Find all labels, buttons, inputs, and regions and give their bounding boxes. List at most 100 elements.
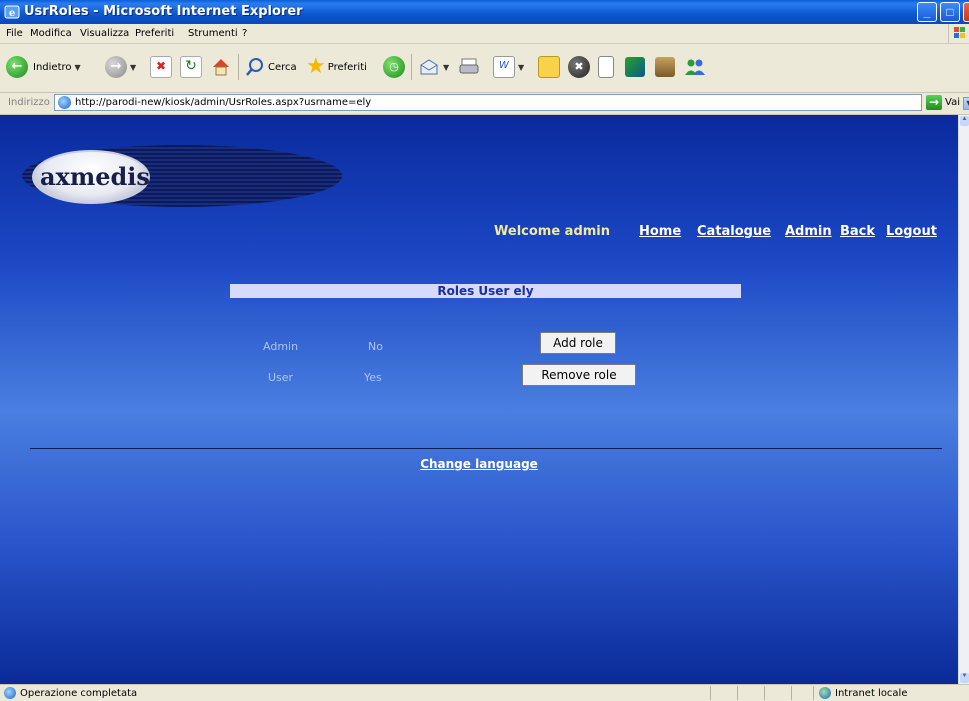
forward-arrow-icon: →: [105, 56, 127, 78]
nav-admin-link[interactable]: Admin: [785, 224, 832, 239]
pro-button[interactable]: [625, 52, 645, 82]
address-label: Indirizzo: [8, 97, 50, 108]
page-icon: [58, 96, 71, 109]
search-button[interactable]: Cerca: [245, 52, 297, 82]
discuss-button[interactable]: [538, 52, 560, 82]
logo-badge: axmedis: [32, 150, 150, 204]
toolbar-separator: [411, 54, 412, 80]
address-url[interactable]: http://parodi-new/kiosk/admin/UsrRoles.a…: [75, 97, 371, 108]
welcome-text: Welcome admin: [494, 224, 611, 239]
back-dropdown-icon[interactable]: ▼: [75, 63, 81, 72]
books-icon: [655, 57, 675, 77]
star-icon: ★: [306, 54, 326, 79]
status-pane: [813, 686, 814, 700]
users-icon: [685, 59, 705, 75]
back-button[interactable]: ← Indietro ▼: [6, 52, 81, 82]
go-arrow-icon[interactable]: →: [926, 95, 942, 110]
roles-title: Roles User ely: [230, 284, 741, 298]
vertical-scrollbar[interactable]: ▲ ▼: [958, 115, 969, 684]
remove-role-button[interactable]: Remove role: [522, 364, 636, 386]
content-divider: [30, 448, 942, 449]
back-label: Indietro: [33, 61, 72, 73]
history-button[interactable]: ◷: [383, 52, 405, 82]
word-icon: W: [493, 56, 515, 78]
edit-button[interactable]: W ▼: [493, 52, 524, 82]
window-title-bar: e UsrRoles - Microsoft Internet Explorer…: [0, 0, 969, 24]
edit-dropdown-icon[interactable]: ▼: [518, 63, 524, 72]
intranet-zone-icon: [819, 687, 831, 699]
maximize-button[interactable]: □: [940, 2, 960, 22]
print-button[interactable]: [458, 52, 480, 82]
close-button[interactable]: [963, 2, 969, 22]
address-bar: Indirizzo http://parodi-new/kiosk/admin/…: [0, 93, 969, 115]
address-input[interactable]: http://parodi-new/kiosk/admin/UsrRoles.a…: [54, 94, 969, 111]
add-role-button[interactable]: Add role: [540, 332, 616, 354]
toolbar: ← Indietro ▼ → ▼ ✖ ↻ Cerca ★ Preferiti ◷: [0, 44, 969, 93]
change-language-link: Change language: [0, 457, 958, 471]
status-pane: [710, 686, 711, 700]
block-icon: ✖: [568, 56, 590, 78]
mail-icon: [420, 59, 438, 75]
status-text: Operazione completata: [20, 688, 138, 699]
forward-button[interactable]: → ▼: [105, 52, 136, 82]
mail-dropdown-icon[interactable]: ▼: [443, 63, 449, 72]
logo-text: axmedis: [40, 162, 150, 191]
home-icon: [213, 59, 229, 76]
forward-dropdown-icon[interactable]: ▼: [130, 63, 136, 72]
menu-visualizza[interactable]: Visualizza: [80, 28, 129, 39]
refresh-icon: ↻: [180, 56, 202, 78]
status-pane: [764, 686, 765, 700]
research-button[interactable]: [655, 52, 675, 82]
favorites-label: Preferiti: [327, 61, 367, 73]
scroll-up-icon[interactable]: ▲: [960, 116, 969, 126]
page-content: axmedis Welcome admin Home Catalogue Adm…: [0, 115, 958, 684]
role-name-user: User: [268, 371, 294, 384]
security-zone-text: Intranet locale: [835, 688, 908, 699]
status-bar: Operazione completata Intranet locale: [0, 684, 969, 701]
menu-strumenti[interactable]: Strumenti: [188, 28, 238, 39]
nav-back-link[interactable]: Back: [840, 224, 875, 239]
scroll-down-icon[interactable]: ▼: [960, 673, 969, 683]
search-icon: [246, 58, 263, 76]
svg-text:e: e: [9, 8, 15, 19]
menu-modifica[interactable]: Modifica: [30, 28, 72, 39]
folder-icon: [538, 56, 560, 78]
toolbar-separator: [238, 54, 239, 80]
users-button[interactable]: [683, 52, 707, 82]
menu-file[interactable]: File: [6, 28, 23, 39]
search-label: Cerca: [268, 61, 297, 73]
status-pane: [791, 686, 792, 700]
status-pane: [737, 686, 738, 700]
printer-icon: [459, 58, 479, 74]
role-status-user: Yes: [364, 371, 382, 384]
nav-home-link[interactable]: Home: [639, 224, 681, 239]
change-language-text[interactable]: Change language: [420, 457, 538, 471]
nav-catalogue-link[interactable]: Catalogue: [697, 224, 771, 239]
windows-logo-icon: [948, 24, 969, 43]
stop-button[interactable]: ✖: [150, 52, 172, 82]
refresh-button[interactable]: ↻: [180, 52, 202, 82]
document-icon: [598, 56, 614, 78]
go-button[interactable]: Vai: [945, 97, 960, 108]
favorites-button[interactable]: ★ Preferiti: [306, 52, 367, 82]
back-arrow-icon: ←: [6, 56, 28, 78]
menu-bar: File Modifica Visualizza Preferiti Strum…: [0, 24, 969, 44]
minimize-button[interactable]: _: [917, 2, 937, 22]
stop-icon: ✖: [150, 56, 172, 78]
axmedis-logo: axmedis: [22, 138, 342, 220]
history-icon: ◷: [383, 56, 405, 78]
role-status-admin: No: [368, 340, 383, 353]
page-done-icon: [4, 687, 16, 699]
home-button[interactable]: [210, 52, 232, 82]
address-dropdown-icon[interactable]: ▼: [963, 97, 969, 110]
window-title: UsrRoles - Microsoft Internet Explorer: [24, 4, 303, 19]
ie-logo-icon: e: [4, 5, 20, 19]
messenger-button[interactable]: [598, 52, 614, 82]
pro-icon: [625, 57, 645, 77]
block-button[interactable]: ✖: [568, 52, 590, 82]
menu-preferiti[interactable]: Preferiti: [135, 28, 174, 39]
role-name-admin: Admin: [263, 340, 299, 353]
nav-logout-link[interactable]: Logout: [886, 224, 937, 239]
menu-help[interactable]: ?: [242, 28, 247, 39]
mail-button[interactable]: ▼: [418, 52, 449, 82]
